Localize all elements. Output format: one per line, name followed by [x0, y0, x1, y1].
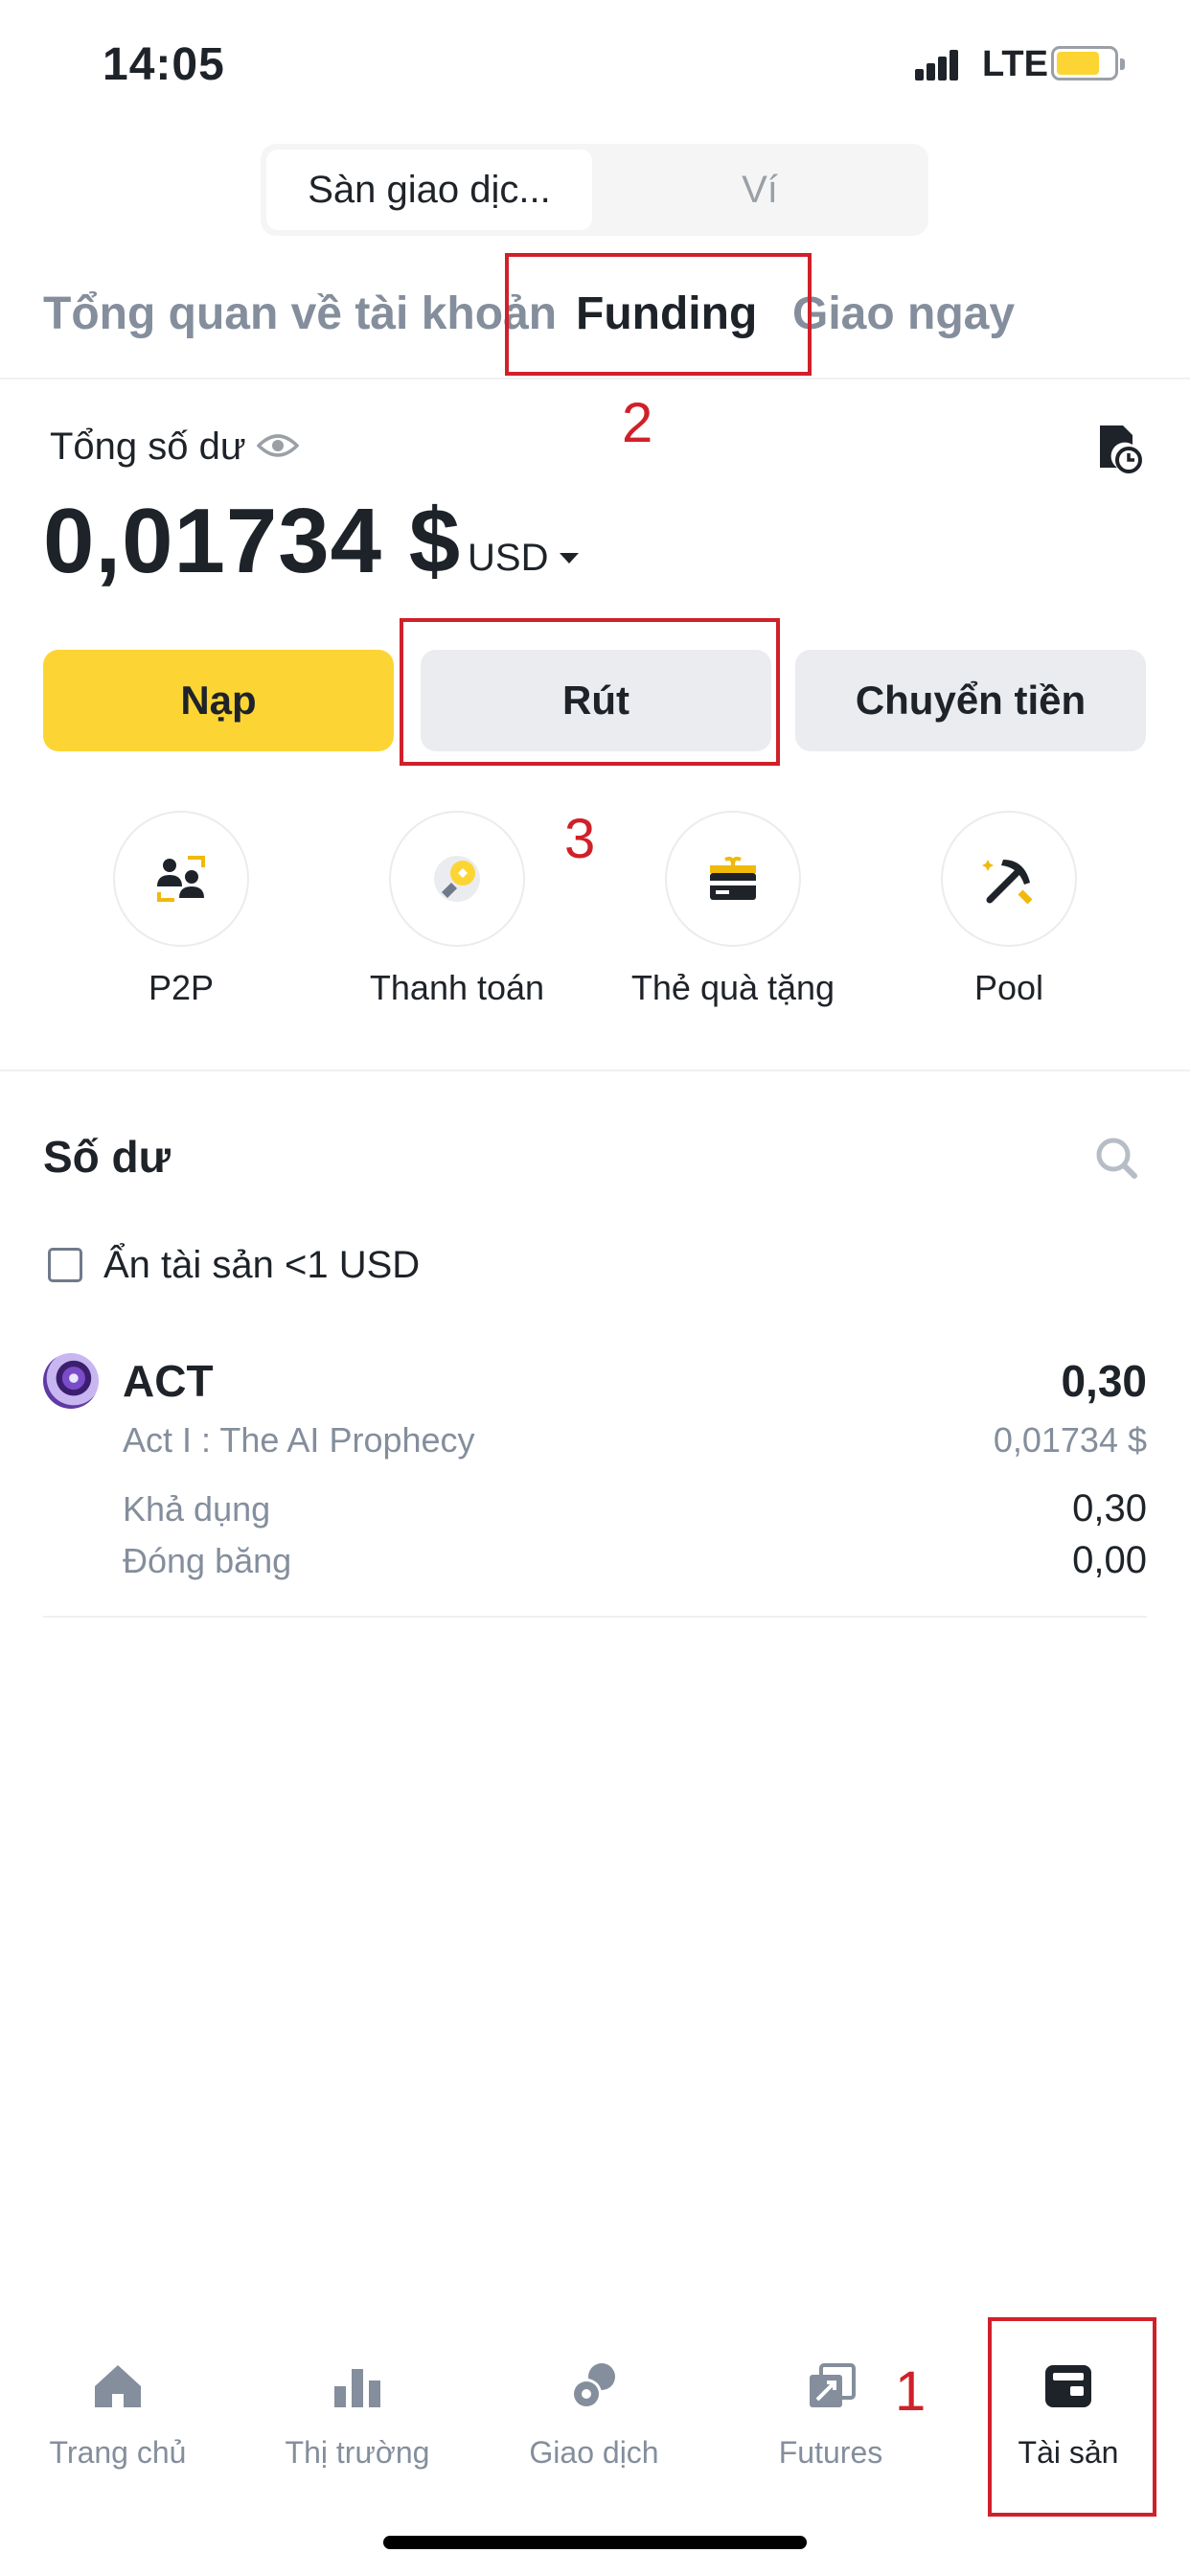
annotation-number-1: 1 [895, 2360, 927, 2423]
total-balance-value: 0,01734 $ [43, 490, 462, 592]
markets-icon [334, 2369, 380, 2407]
annotation-box-withdraw-button [400, 618, 780, 766]
annotation-box-funding-tab [505, 253, 812, 376]
nav-home[interactable]: Trang chủ [12, 2358, 223, 2471]
nav-label: Trang chủ [49, 2435, 187, 2470]
annotation-box-assets-tab [988, 2317, 1156, 2517]
trade-icon [571, 2363, 615, 2409]
segment-exchange[interactable]: Sàn giao dịc... [266, 150, 592, 230]
available-value: 0,30 [1072, 1487, 1147, 1530]
nav-markets[interactable]: Thị trường [252, 2358, 463, 2471]
divider [0, 1070, 1190, 1071]
tab-spot[interactable]: Giao ngay [792, 288, 1015, 340]
available-label: Khả dụng [123, 1489, 271, 1529]
account-type-switch: Sàn giao dịc... Ví [261, 144, 928, 236]
divider [43, 1616, 1147, 1618]
divider [0, 378, 1190, 380]
futures-icon [810, 2363, 856, 2407]
asset-name: Act I : The AI Prophecy [123, 1420, 475, 1460]
annotation-number-2: 2 [622, 392, 653, 454]
pay-icon [434, 856, 480, 902]
quick-link-pay[interactable]: Thanh toán [337, 811, 577, 1008]
section-title: Số dư [43, 1132, 171, 1182]
nav-trade[interactable]: Giao dịch [489, 2358, 699, 2471]
asset-usd-value: 0,01734 $ [993, 1420, 1147, 1460]
quick-link-p2p[interactable]: P2P [61, 811, 301, 1008]
chevron-down-icon[interactable] [560, 553, 579, 564]
hide-small-assets-label[interactable]: Ẩn tài sản <1 USD [103, 1244, 420, 1287]
p2p-icon [157, 856, 205, 902]
quick-link-label: Pool [973, 968, 1044, 1007]
transfer-button[interactable]: Chuyển tiền [795, 650, 1146, 751]
asset-symbol[interactable]: ACT [123, 1355, 214, 1407]
hide-small-assets-checkbox[interactable] [48, 1248, 82, 1282]
eye-icon[interactable] [257, 429, 299, 462]
home-indicator [383, 2536, 807, 2549]
nav-label: Giao dịch [529, 2435, 659, 2470]
gift-card-icon [710, 856, 756, 900]
network-label: LTE [982, 44, 1048, 84]
tab-overview[interactable]: Tổng quan về tài khoản [43, 288, 557, 340]
deposit-button[interactable]: Nạp [43, 650, 394, 751]
quick-link-label: P2P [148, 968, 215, 1007]
quick-link-pool[interactable]: Pool [889, 811, 1129, 1008]
quick-link-label: Thanh toán [369, 968, 545, 1007]
battery-icon [1051, 46, 1125, 80]
segment-wallet[interactable]: Ví [597, 150, 923, 230]
total-balance-label: Tổng số dư [50, 426, 246, 468]
signal-icon [915, 50, 961, 80]
home-icon [95, 2365, 141, 2407]
asset-logo [43, 1353, 99, 1409]
annotation-number-3: 3 [564, 808, 596, 870]
frozen-value: 0,00 [1072, 1539, 1147, 1581]
quick-link-gift-card[interactable]: Thẻ quà tặng [613, 811, 853, 1008]
nav-label: Thị trường [285, 2435, 430, 2470]
asset-amount: 0,30 [1061, 1356, 1147, 1406]
nav-label: Futures [778, 2435, 883, 2470]
frozen-label: Đóng băng [123, 1541, 292, 1580]
history-icon[interactable] [1094, 422, 1142, 473]
status-time: 14:05 [103, 39, 225, 90]
search-icon[interactable] [1094, 1136, 1138, 1180]
pickaxe-icon [982, 860, 1033, 905]
currency-selector[interactable]: USD [468, 537, 548, 580]
quick-link-label: Thẻ quà tặng [630, 968, 835, 1007]
